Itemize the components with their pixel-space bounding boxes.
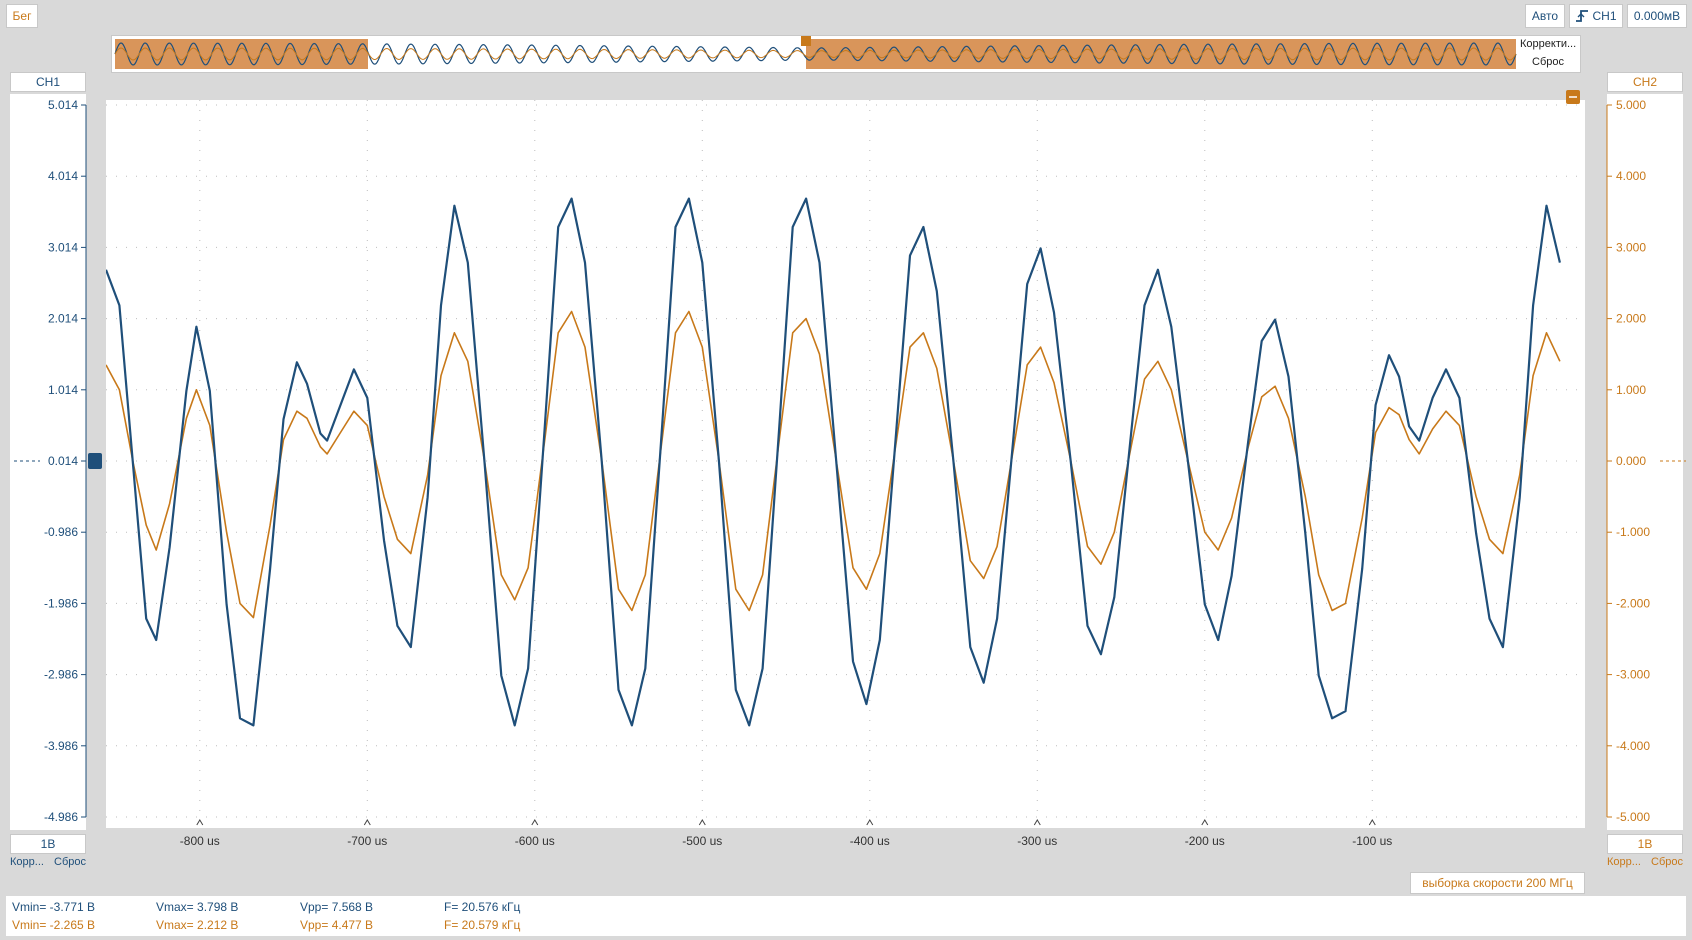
- x-tick-label: -300 us: [1017, 834, 1057, 848]
- ch2-name: CH2: [1632, 75, 1657, 89]
- run-status-button[interactable]: Бег: [6, 4, 38, 28]
- sample-rate-badge: выборка скорости 200 МГц: [1410, 872, 1585, 894]
- overview-reset-button[interactable]: Сброс: [1532, 56, 1564, 68]
- waveform-chart: [106, 100, 1585, 828]
- x-tick-label: -500 us: [682, 834, 722, 848]
- sample-rate-label: выборка скорости 200 МГц: [1422, 876, 1573, 890]
- ch2-scale-value: 1B: [1637, 837, 1653, 851]
- ch1-buttons: Корр... Сброс: [10, 856, 86, 874]
- ch2-vpp: Vpp= 4.477 В: [300, 918, 374, 932]
- ch1-vmax: Vmax= 3.798 В: [156, 900, 239, 914]
- run-status-label: Бег: [12, 9, 32, 23]
- ch2-vmin: Vmin= -2.265 В: [12, 918, 96, 932]
- ch1-vpp: Vpp= 7.568 В: [300, 900, 374, 914]
- rising-edge-icon: [1576, 10, 1589, 22]
- ch1-reset-button[interactable]: Сброс: [54, 856, 86, 874]
- trigger-mode-button[interactable]: Авто: [1525, 4, 1565, 28]
- ch1-name: CH1: [35, 75, 60, 89]
- ch2-freq: F= 20.579 кГц: [444, 918, 521, 932]
- ch1-tag[interactable]: CH1: [10, 72, 86, 92]
- ch1-measurements: Vmin= -3.771 В Vmax= 3.798 В Vpp= 7.568 …: [12, 900, 588, 914]
- x-tick-label: -600 us: [515, 834, 555, 848]
- ch2-buttons: Корр... Сброс: [1607, 856, 1683, 874]
- ch2-vmax: Vmax= 2.212 В: [156, 918, 239, 932]
- overview-trace: [114, 36, 1517, 69]
- x-tick-label: -700 us: [347, 834, 387, 848]
- overview-trigger-marker-icon: [801, 36, 811, 46]
- trigger-mode-label: Авто: [1531, 9, 1559, 23]
- waveform-plot[interactable]: [106, 100, 1585, 828]
- trigger-source-label: CH1: [1592, 9, 1617, 23]
- trigger-source-button[interactable]: CH1: [1569, 4, 1623, 28]
- trigger-level-label: 0.000мВ: [1633, 9, 1681, 23]
- x-tick-label: -800 us: [180, 834, 220, 848]
- ch2-scale[interactable]: 1B: [1607, 834, 1683, 854]
- ch1-correct-button[interactable]: Корр...: [10, 856, 44, 874]
- ch1-axis-strip: [10, 94, 86, 830]
- ch1-freq: F= 20.576 кГц: [444, 900, 521, 914]
- ch2-axis-strip: [1607, 94, 1683, 830]
- x-tick-label: -400 us: [850, 834, 890, 848]
- series-ch2: [106, 310, 1561, 619]
- ch1-vmin: Vmin= -3.771 В: [12, 900, 96, 914]
- overview-correct-button[interactable]: Корректи...: [1520, 38, 1576, 50]
- ch2-correct-button[interactable]: Корр...: [1607, 856, 1641, 874]
- ch2-tag[interactable]: CH2: [1607, 72, 1683, 92]
- ch2-reset-button[interactable]: Сброс: [1651, 856, 1683, 874]
- trigger-level-button[interactable]: 0.000мВ: [1627, 4, 1687, 28]
- ch1-scale[interactable]: 1B: [10, 834, 86, 854]
- ch1-scale-value: 1B: [40, 837, 56, 851]
- series-ch1: [106, 197, 1561, 727]
- ch2-measurements: Vmin= -2.265 В Vmax= 2.212 В Vpp= 4.477 …: [12, 918, 588, 932]
- x-tick-label: -100 us: [1352, 834, 1392, 848]
- x-tick-label: -200 us: [1185, 834, 1225, 848]
- waveform-overview[interactable]: [111, 35, 1581, 73]
- ch1-offset-marker-icon: [88, 453, 102, 469]
- measurement-panel: Vmin= -3.771 В Vmax= 3.798 В Vpp= 7.568 …: [6, 896, 1686, 936]
